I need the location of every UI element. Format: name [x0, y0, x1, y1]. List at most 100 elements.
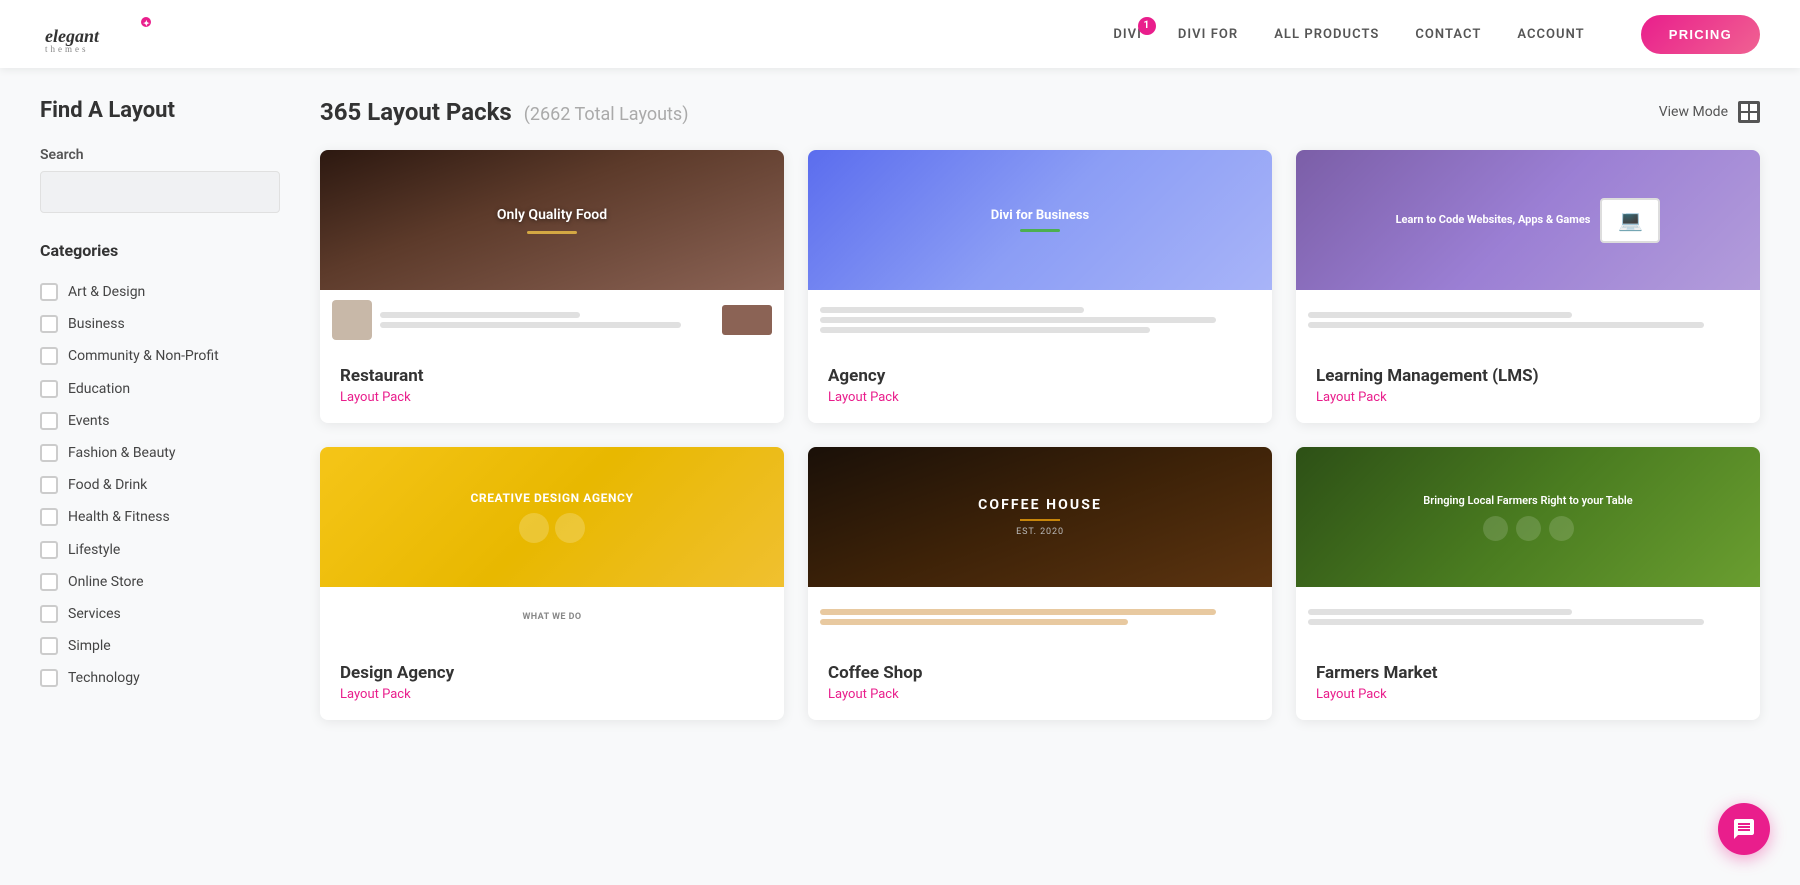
- card-type-0: Layout Pack: [340, 390, 764, 405]
- layout-card-2[interactable]: Learn to Code Websites, Apps & Games 💻 L…: [1296, 150, 1760, 423]
- main-layout: Find A Layout Search Categories Art & De…: [0, 68, 1800, 750]
- checkbox-community[interactable]: [40, 347, 58, 365]
- category-label-events: Events: [68, 412, 109, 430]
- checkbox-health[interactable]: [40, 508, 58, 526]
- categories-title: Categories: [40, 241, 280, 260]
- category-business[interactable]: Business: [40, 308, 280, 340]
- content-header: 365 Layout Packs (2662 Total Layouts) Vi…: [320, 98, 1760, 126]
- divi-badge: 1: [1138, 17, 1156, 35]
- svg-text:themes: themes: [45, 44, 89, 54]
- logo-svg: elegant themes ✦: [40, 14, 160, 54]
- category-label-art-design: Art & Design: [68, 283, 145, 301]
- total-layouts-count: (2662 Total Layouts): [524, 104, 689, 125]
- category-services[interactable]: Services: [40, 598, 280, 630]
- view-mode[interactable]: View Mode: [1659, 101, 1760, 123]
- layout-card-3[interactable]: Creative Design Agency WHAT WE DO Design…: [320, 447, 784, 720]
- sidebar: Find A Layout Search Categories Art & De…: [40, 98, 280, 720]
- main-nav: DIVI 1 DIVI FOR ALL PRODUCTS CONTACT ACC…: [1113, 15, 1760, 54]
- svg-text:elegant: elegant: [45, 26, 100, 46]
- category-events[interactable]: Events: [40, 405, 280, 437]
- checkbox-lifestyle[interactable]: [40, 541, 58, 559]
- category-simple[interactable]: Simple: [40, 630, 280, 662]
- card-name-4: Coffee Shop: [828, 663, 1252, 683]
- card-info-1: Agency Layout Pack: [808, 350, 1272, 423]
- layout-packs-count: 365 Layout Packs: [320, 98, 512, 126]
- checkbox-services[interactable]: [40, 605, 58, 623]
- checkbox-business[interactable]: [40, 315, 58, 333]
- category-label-health: Health & Fitness: [68, 508, 170, 526]
- grid-view-icon: [1738, 101, 1760, 123]
- card-type-2: Layout Pack: [1316, 390, 1740, 405]
- category-fashion[interactable]: Fashion & Beauty: [40, 437, 280, 469]
- nav-all-products[interactable]: ALL PRODUCTS: [1274, 27, 1379, 42]
- card-info-4: Coffee Shop Layout Pack: [808, 647, 1272, 720]
- nav-divi-for[interactable]: DIVI FOR: [1178, 27, 1238, 42]
- main-header: elegant themes ✦ DIVI 1 DIVI FOR ALL PRO…: [0, 0, 1800, 68]
- card-info-3: Design Agency Layout Pack: [320, 647, 784, 720]
- checkbox-fashion[interactable]: [40, 444, 58, 462]
- nav-account[interactable]: ACCOUNT: [1517, 27, 1584, 42]
- search-label: Search: [40, 147, 280, 163]
- pricing-button[interactable]: PRICING: [1641, 15, 1760, 54]
- category-label-business: Business: [68, 315, 125, 333]
- chat-button[interactable]: [1718, 803, 1770, 855]
- card-preview-0: Only Quality Food: [320, 150, 784, 350]
- category-art-design[interactable]: Art & Design: [40, 276, 280, 308]
- checkbox-technology[interactable]: [40, 669, 58, 687]
- category-online-store[interactable]: Online Store: [40, 566, 280, 598]
- view-mode-label: View Mode: [1659, 104, 1728, 120]
- card-name-1: Agency: [828, 366, 1252, 386]
- sidebar-title: Find A Layout: [40, 98, 280, 123]
- logo[interactable]: elegant themes ✦: [40, 14, 160, 54]
- card-info-0: Restaurant Layout Pack: [320, 350, 784, 423]
- chat-icon: [1732, 817, 1756, 841]
- svg-text:✦: ✦: [143, 19, 150, 28]
- category-label-education: Education: [68, 380, 130, 398]
- checkbox-art-design[interactable]: [40, 283, 58, 301]
- category-health[interactable]: Health & Fitness: [40, 501, 280, 533]
- category-label-community: Community & Non-Profit: [68, 347, 219, 365]
- main-content: 365 Layout Packs (2662 Total Layouts) Vi…: [320, 98, 1760, 720]
- card-name-5: Farmers Market: [1316, 663, 1740, 683]
- card-type-1: Layout Pack: [828, 390, 1252, 405]
- card-info-5: Farmers Market Layout Pack: [1296, 647, 1760, 720]
- card-type-3: Layout Pack: [340, 687, 764, 702]
- nav-divi[interactable]: DIVI 1: [1113, 27, 1142, 42]
- card-preview-1: Divi for Business: [808, 150, 1272, 350]
- layout-grid: Only Quality Food Restaurant Layout Pack: [320, 150, 1760, 720]
- checkbox-food[interactable]: [40, 476, 58, 494]
- layout-count: 365 Layout Packs (2662 Total Layouts): [320, 98, 689, 126]
- category-label-food: Food & Drink: [68, 476, 147, 494]
- category-label-simple: Simple: [68, 637, 111, 655]
- layout-card-1[interactable]: Divi for Business Agency Layout Pack: [808, 150, 1272, 423]
- category-label-technology: Technology: [68, 669, 140, 687]
- card-preview-3: Creative Design Agency WHAT WE DO: [320, 447, 784, 647]
- checkbox-simple[interactable]: [40, 637, 58, 655]
- nav-contact[interactable]: CONTACT: [1415, 27, 1481, 42]
- checkbox-online-store[interactable]: [40, 573, 58, 591]
- card-type-5: Layout Pack: [1316, 687, 1740, 702]
- card-name-3: Design Agency: [340, 663, 764, 683]
- card-name-2: Learning Management (LMS): [1316, 366, 1740, 386]
- card-preview-2: Learn to Code Websites, Apps & Games 💻: [1296, 150, 1760, 350]
- category-lifestyle[interactable]: Lifestyle: [40, 534, 280, 566]
- card-info-2: Learning Management (LMS) Layout Pack: [1296, 350, 1760, 423]
- card-preview-5: Bringing Local Farmers Right to your Tab…: [1296, 447, 1760, 647]
- layout-card-5[interactable]: Bringing Local Farmers Right to your Tab…: [1296, 447, 1760, 720]
- category-label-online-store: Online Store: [68, 573, 144, 591]
- category-label-services: Services: [68, 605, 121, 623]
- search-input[interactable]: [40, 171, 280, 213]
- layout-card-0[interactable]: Only Quality Food Restaurant Layout Pack: [320, 150, 784, 423]
- checkbox-education[interactable]: [40, 380, 58, 398]
- checkbox-events[interactable]: [40, 412, 58, 430]
- categories-list: Art & Design Business Community & Non-Pr…: [40, 276, 280, 694]
- card-type-4: Layout Pack: [828, 687, 1252, 702]
- category-label-lifestyle: Lifestyle: [68, 541, 120, 559]
- category-technology[interactable]: Technology: [40, 662, 280, 694]
- category-community[interactable]: Community & Non-Profit: [40, 340, 280, 372]
- card-name-0: Restaurant: [340, 366, 764, 386]
- category-food[interactable]: Food & Drink: [40, 469, 280, 501]
- layout-card-4[interactable]: COFFEE HOUSE EST. 2020 Coffee Shop Layou…: [808, 447, 1272, 720]
- category-label-fashion: Fashion & Beauty: [68, 444, 176, 462]
- category-education[interactable]: Education: [40, 373, 280, 405]
